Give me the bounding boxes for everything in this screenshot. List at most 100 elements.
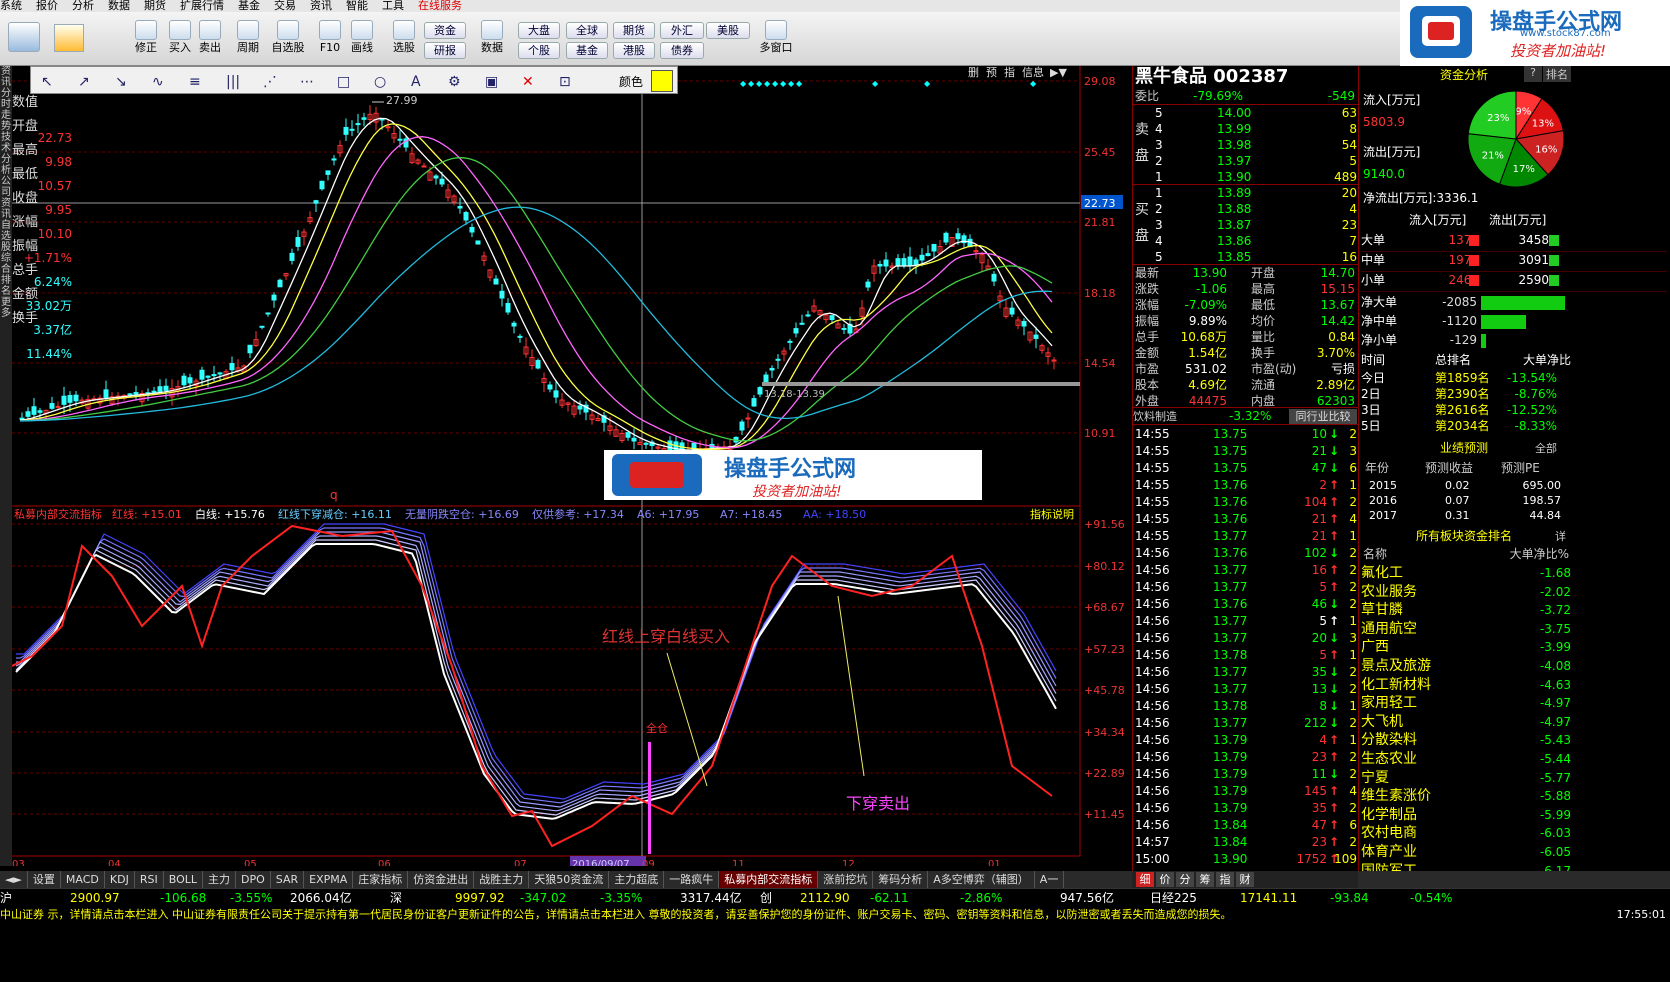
drawing-tools[interactable]: ↖ ↗ ↘ ∿ ≡ ||| ⋰ ⋯ □ ○ A ⚙ ▣ ✕ ⊡ [31, 67, 679, 95]
toolbar-button[interactable]: 周期 [230, 20, 266, 54]
indicator-tab[interactable]: 筹码分析 [873, 871, 929, 888]
kline-chart[interactable]: 29.08 25.45 22.73 21.81 18.18 14.54 10.91 +91.5… [11, 65, 1132, 870]
book-row[interactable]: 2 13.97 5 [1155, 153, 1357, 169]
toolbar-button[interactable]: 修正 [128, 20, 164, 54]
sector-row[interactable]: 化工新材料 -4.63 [1361, 676, 1571, 694]
menu-item[interactable]: 扩展行情 [180, 0, 224, 12]
toolbar-button[interactable]: 画线 [344, 20, 380, 54]
rank-button[interactable]: 排名 [1543, 66, 1571, 82]
quote-tab[interactable]: 细 [1136, 872, 1154, 887]
back-button[interactable] [52, 24, 86, 54]
book-row[interactable]: 5 14.00 63 [1155, 105, 1357, 121]
delete-icon[interactable]: ✕ [522, 74, 534, 90]
sector-row[interactable]: 分散染料 -5.43 [1361, 731, 1571, 749]
chart-top-button[interactable]: 删 [968, 66, 979, 79]
peer-compare-button[interactable]: 同行业比较 [1289, 409, 1357, 424]
settings-icon[interactable]: ⚙ [448, 74, 461, 90]
toolbar-button[interactable]: 自选股 [270, 20, 306, 54]
sector-row[interactable]: 化学制品 -5.99 [1361, 806, 1571, 824]
line-icon[interactable]: ↗ [78, 74, 90, 90]
quote-tab[interactable]: 价 [1156, 872, 1174, 887]
indicator-tab[interactable]: A多空博弈（辅图） [928, 871, 1035, 888]
indicator-tab[interactable]: KDJ [105, 871, 135, 888]
sector-row[interactable]: 农村电商 -6.03 [1361, 824, 1571, 842]
book-row[interactable]: 5 13.85 16 [1155, 249, 1357, 265]
book-row[interactable]: 3 13.87 23 [1155, 217, 1357, 233]
sector-row[interactable]: 宁夏 -5.77 [1361, 769, 1571, 787]
toolbar-pill[interactable]: 债券 [660, 42, 704, 59]
book-row[interactable]: 4 13.86 7 [1155, 233, 1357, 249]
chart-top-button[interactable]: 信息 [1022, 65, 1044, 79]
book-row[interactable]: 2 13.88 4 [1155, 201, 1357, 217]
menu-item[interactable]: 交易 [274, 0, 296, 12]
forecast-all-button[interactable]: 全部 [1535, 440, 1557, 456]
indicator-tab[interactable]: 天狼50资金流 [529, 871, 610, 888]
sector-table[interactable]: 所有板块资金排名详名称 大单净比% 氟化工 -1.68 农业服务 -2.02 草甘膦 -3.7… [1359, 528, 1667, 879]
sector-row[interactable]: 农业服务 -2.02 [1361, 583, 1571, 601]
menu-item[interactable]: 工具 [382, 0, 404, 12]
left-nav-strip[interactable]: 资讯 分时走势 技术分析 公司资讯 自选股 综合排名 更多 [0, 66, 12, 866]
multiwindow-button[interactable]: 多窗口 [756, 20, 796, 54]
indicator-tab[interactable]: 涨前挖坑 [818, 871, 874, 888]
sector-row[interactable]: 通用航空 -3.75 [1361, 620, 1571, 638]
layout-icon[interactable]: ⊡ [559, 74, 571, 90]
menu-item[interactable]: 系统 [0, 0, 22, 12]
sector-row[interactable]: 草甘膦 -3.72 [1361, 601, 1571, 619]
sector-row[interactable]: 生态农业 -5.44 [1361, 750, 1571, 768]
book-row[interactable]: 3 13.98 54 [1155, 137, 1357, 153]
toolbar-pill[interactable]: 美股 [706, 22, 750, 39]
menu-item[interactable]: 资讯 [310, 0, 332, 12]
fan-icon[interactable]: ⋰ [263, 74, 277, 90]
indicator-tab[interactable]: MACD [61, 871, 105, 888]
toolbar-button[interactable]: 选股 [386, 20, 422, 54]
indicator-tab[interactable]: 设置 [28, 871, 61, 888]
arrow-right-icon[interactable]: ▶▼ [1050, 66, 1067, 79]
toolbar-pill[interactable]: 全球 [566, 22, 608, 39]
indicator-tab[interactable]: 战胜主力 [474, 871, 530, 888]
toolbar-pill[interactable]: 基金 [566, 42, 608, 59]
channel-icon[interactable]: ≡ [189, 74, 201, 90]
toolbar-pill[interactable]: 个股 [518, 42, 560, 59]
news-marquee[interactable]: 中山证券 示，详情请点击本栏进入 中山证券有限责任公司关于提示持有第一代居民身份… [0, 907, 1670, 922]
cursor-icon[interactable]: ↖ [41, 74, 53, 90]
sector-row[interactable]: 维生素涨价 -5.88 [1361, 787, 1571, 805]
help-button[interactable]: ? [1524, 66, 1542, 82]
indicator-tab[interactable]: 庄家指标 [353, 871, 409, 888]
sector-row[interactable]: 大飞机 -4.97 [1361, 713, 1571, 731]
indicator-tab[interactable]: SAR [271, 871, 305, 888]
indicator-help-button[interactable]: 指标说明 [1030, 507, 1074, 521]
quote-tab[interactable]: 分 [1176, 872, 1194, 887]
toolbar-pill[interactable]: 外汇 [660, 22, 704, 39]
toolbar-pill[interactable]: 期货 [613, 22, 655, 39]
menu-item[interactable]: 智能 [346, 0, 368, 12]
quote-tab[interactable]: 指 [1216, 872, 1234, 887]
menu-item[interactable]: 在线服务 [418, 0, 462, 12]
wave-icon[interactable]: ∿ [152, 74, 164, 90]
quote-tab[interactable]: 筹 [1196, 872, 1214, 887]
menu-item[interactable]: 期货 [144, 0, 166, 12]
indicator-tab[interactable]: 一路疯牛 [664, 871, 720, 888]
tab-scroll-left[interactable]: ◄► [0, 871, 28, 888]
toolbar-pill[interactable]: 研报 [424, 42, 466, 59]
toolbar-pill[interactable]: 大盘 [518, 22, 560, 39]
sector-row[interactable]: 景点及旅游 -4.08 [1361, 657, 1571, 675]
toolbar-pill[interactable]: 资金 [424, 22, 466, 39]
menu-item[interactable]: 基金 [238, 0, 260, 12]
menu-item[interactable]: 报价 [36, 0, 58, 12]
chart-top-button[interactable]: 预 [986, 66, 997, 79]
menu-item[interactable]: 分析 [72, 0, 94, 12]
indicator-tab[interactable]: DPO [236, 871, 271, 888]
quote-tab[interactable]: 财 [1236, 872, 1254, 887]
dots-icon[interactable]: ⋯ [300, 74, 314, 90]
book-row[interactable]: 1 13.90 489 [1155, 169, 1357, 185]
text-icon[interactable]: A [411, 74, 421, 90]
toolbar-button[interactable]: F10 [312, 20, 348, 54]
circle-icon[interactable]: ○ [374, 74, 386, 90]
indicator-tab[interactable]: EXPMA [304, 871, 354, 888]
sector-row[interactable]: 体育产业 -6.05 [1361, 843, 1571, 861]
sector-row[interactable]: 家用轻工 -4.97 [1361, 694, 1571, 712]
indicator-tab[interactable]: A一 [1035, 871, 1065, 888]
toolbar-button[interactable]: 数据 [474, 20, 510, 54]
indicator-tab[interactable]: 主力超底 [609, 871, 665, 888]
toolbar-button[interactable]: 卖出 [192, 20, 228, 54]
